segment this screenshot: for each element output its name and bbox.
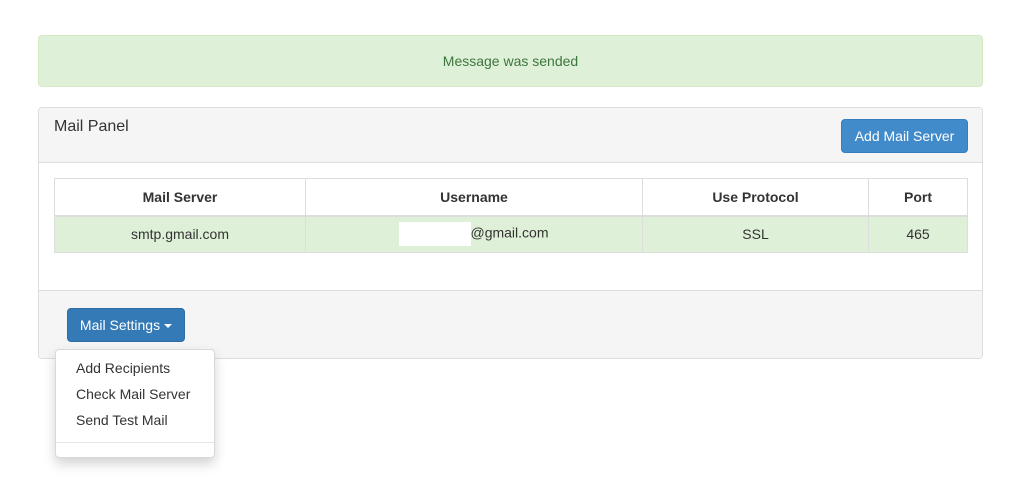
mail-panel: Mail Panel Add Mail Server Mail Server U… — [38, 107, 983, 359]
header-port: Port — [868, 178, 968, 217]
panel-footer: Mail Settings — [39, 290, 982, 358]
mail-settings-dropdown-button[interactable]: Mail Settings — [67, 308, 185, 342]
mail-server-table: Mail Server Username Use Protocol Port s… — [54, 178, 968, 253]
header-mail-server: Mail Server — [54, 178, 306, 217]
caret-down-icon — [164, 324, 173, 329]
username-domain: @gmail.com — [470, 224, 549, 241]
header-username: Username — [305, 178, 643, 217]
success-alert: Message was sended — [38, 35, 983, 87]
cell-protocol: SSL — [642, 215, 869, 253]
add-mail-server-button[interactable]: Add Mail Server — [841, 119, 968, 153]
panel-heading: Mail Panel Add Mail Server — [39, 108, 982, 163]
redacted-username — [399, 222, 472, 247]
table-row: smtp.gmail.com @gmail.com SSL 465 — [54, 215, 968, 253]
menu-item-add-recipients[interactable]: Add Recipients — [56, 355, 214, 381]
table-header-row: Mail Server Username Use Protocol Port — [54, 178, 968, 217]
menu-item-check-mail-server[interactable]: Check Mail Server — [56, 381, 214, 407]
header-use-protocol: Use Protocol — [642, 178, 869, 217]
cell-mail-server: smtp.gmail.com — [54, 215, 306, 253]
cell-username: @gmail.com — [305, 215, 643, 253]
alert-message: Message was sended — [442, 53, 579, 69]
menu-item-send-test-mail[interactable]: Send Test Mail — [56, 407, 214, 433]
panel-body: Mail Server Username Use Protocol Port s… — [54, 178, 968, 253]
mail-settings-dropdown-menu: Add Recipients Check Mail Server Send Te… — [55, 349, 215, 458]
cell-port: 465 — [868, 215, 968, 253]
panel-title: Mail Panel — [54, 118, 129, 135]
mail-settings-label: Mail Settings — [79, 317, 161, 333]
menu-divider — [56, 442, 214, 443]
